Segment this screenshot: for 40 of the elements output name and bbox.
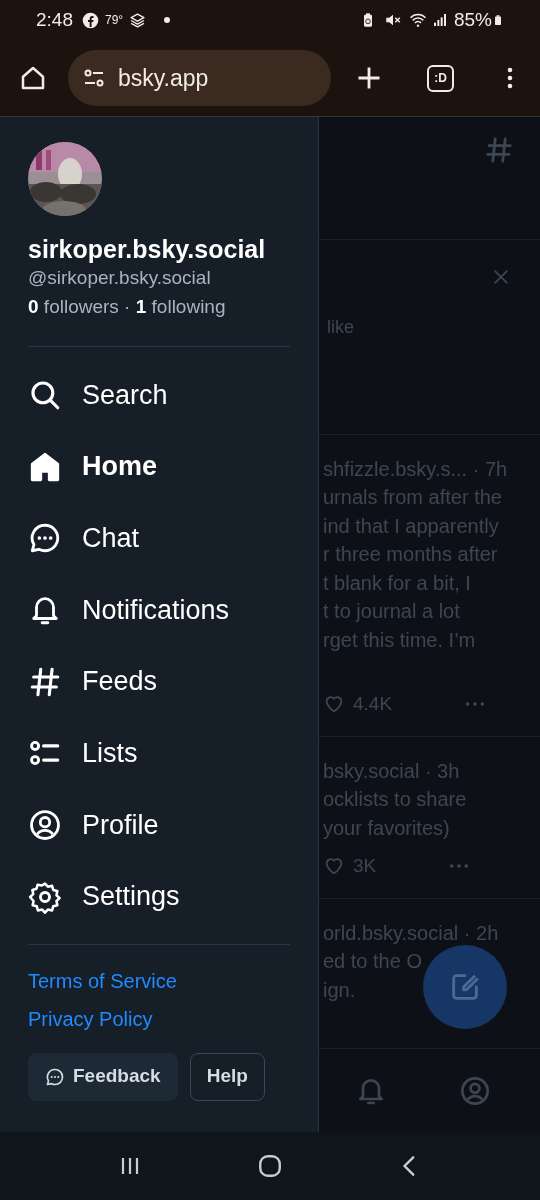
profile-icon[interactable] [459, 1074, 491, 1107]
link[interactable]: Terms of Service [28, 966, 177, 995]
feedback-button[interactable]: Feedback [28, 1052, 178, 1101]
menu-item[interactable]: Profile [28, 789, 290, 861]
like-count: 3K [353, 853, 377, 878]
menu-item[interactable]: Chat [28, 502, 290, 575]
layers-icon [129, 11, 147, 29]
post-meta-text: bsky.social · 3h [323, 759, 460, 784]
wifi-icon [407, 11, 428, 29]
hashtag-icon[interactable] [484, 135, 514, 165]
person-circle-icon [28, 807, 62, 842]
menu-item[interactable]: Feeds [28, 645, 290, 718]
follower-stats-text: 0 followers · 1 following [28, 295, 227, 319]
home-button-icon[interactable] [257, 1153, 283, 1179]
menu-item[interactable]: Notifications [28, 574, 290, 646]
menu-item[interactable]: Search [28, 359, 290, 431]
gear-icon [28, 879, 62, 914]
battery-text: 85% [453, 7, 492, 32]
post-text: ocklists to share your favorites) [323, 787, 467, 841]
chat-bubble-icon [45, 1066, 65, 1087]
clock-text: 2:48 [36, 7, 73, 32]
post-meta-text: orld.bsky.social · 2h [323, 921, 499, 946]
menu-item[interactable]: Home [28, 430, 290, 503]
post-meta-text: shfizzle.bsky.s... · 7h [323, 457, 508, 482]
display-name: sirkoper.bsky.social [28, 234, 267, 264]
post-text: urnals from after the ind that I apparently r three months after t blank for a bit, I t to journal a lot rget this time. I’m [323, 485, 502, 653]
url-text: bsky.app [118, 63, 209, 93]
banner-text: like [326, 316, 354, 339]
handle-text: @sirkoper.bsky.social [28, 266, 212, 290]
help-button[interactable]: Help [189, 1052, 265, 1101]
menu-item[interactable]: Lists [28, 717, 290, 790]
link[interactable]: Privacy Policy [28, 1004, 153, 1033]
menu-item[interactable]: Settings [28, 860, 290, 933]
address-bar[interactable]: bsky.app [68, 50, 331, 106]
like-count: 4.4K [353, 691, 393, 716]
post-text: ed to the O ign. [323, 949, 422, 1003]
signal-icon [431, 12, 448, 28]
tab-switcher-button[interactable]: :D [427, 64, 454, 92]
temperature-text: 79° [105, 12, 124, 29]
facebook-icon [82, 11, 99, 29]
